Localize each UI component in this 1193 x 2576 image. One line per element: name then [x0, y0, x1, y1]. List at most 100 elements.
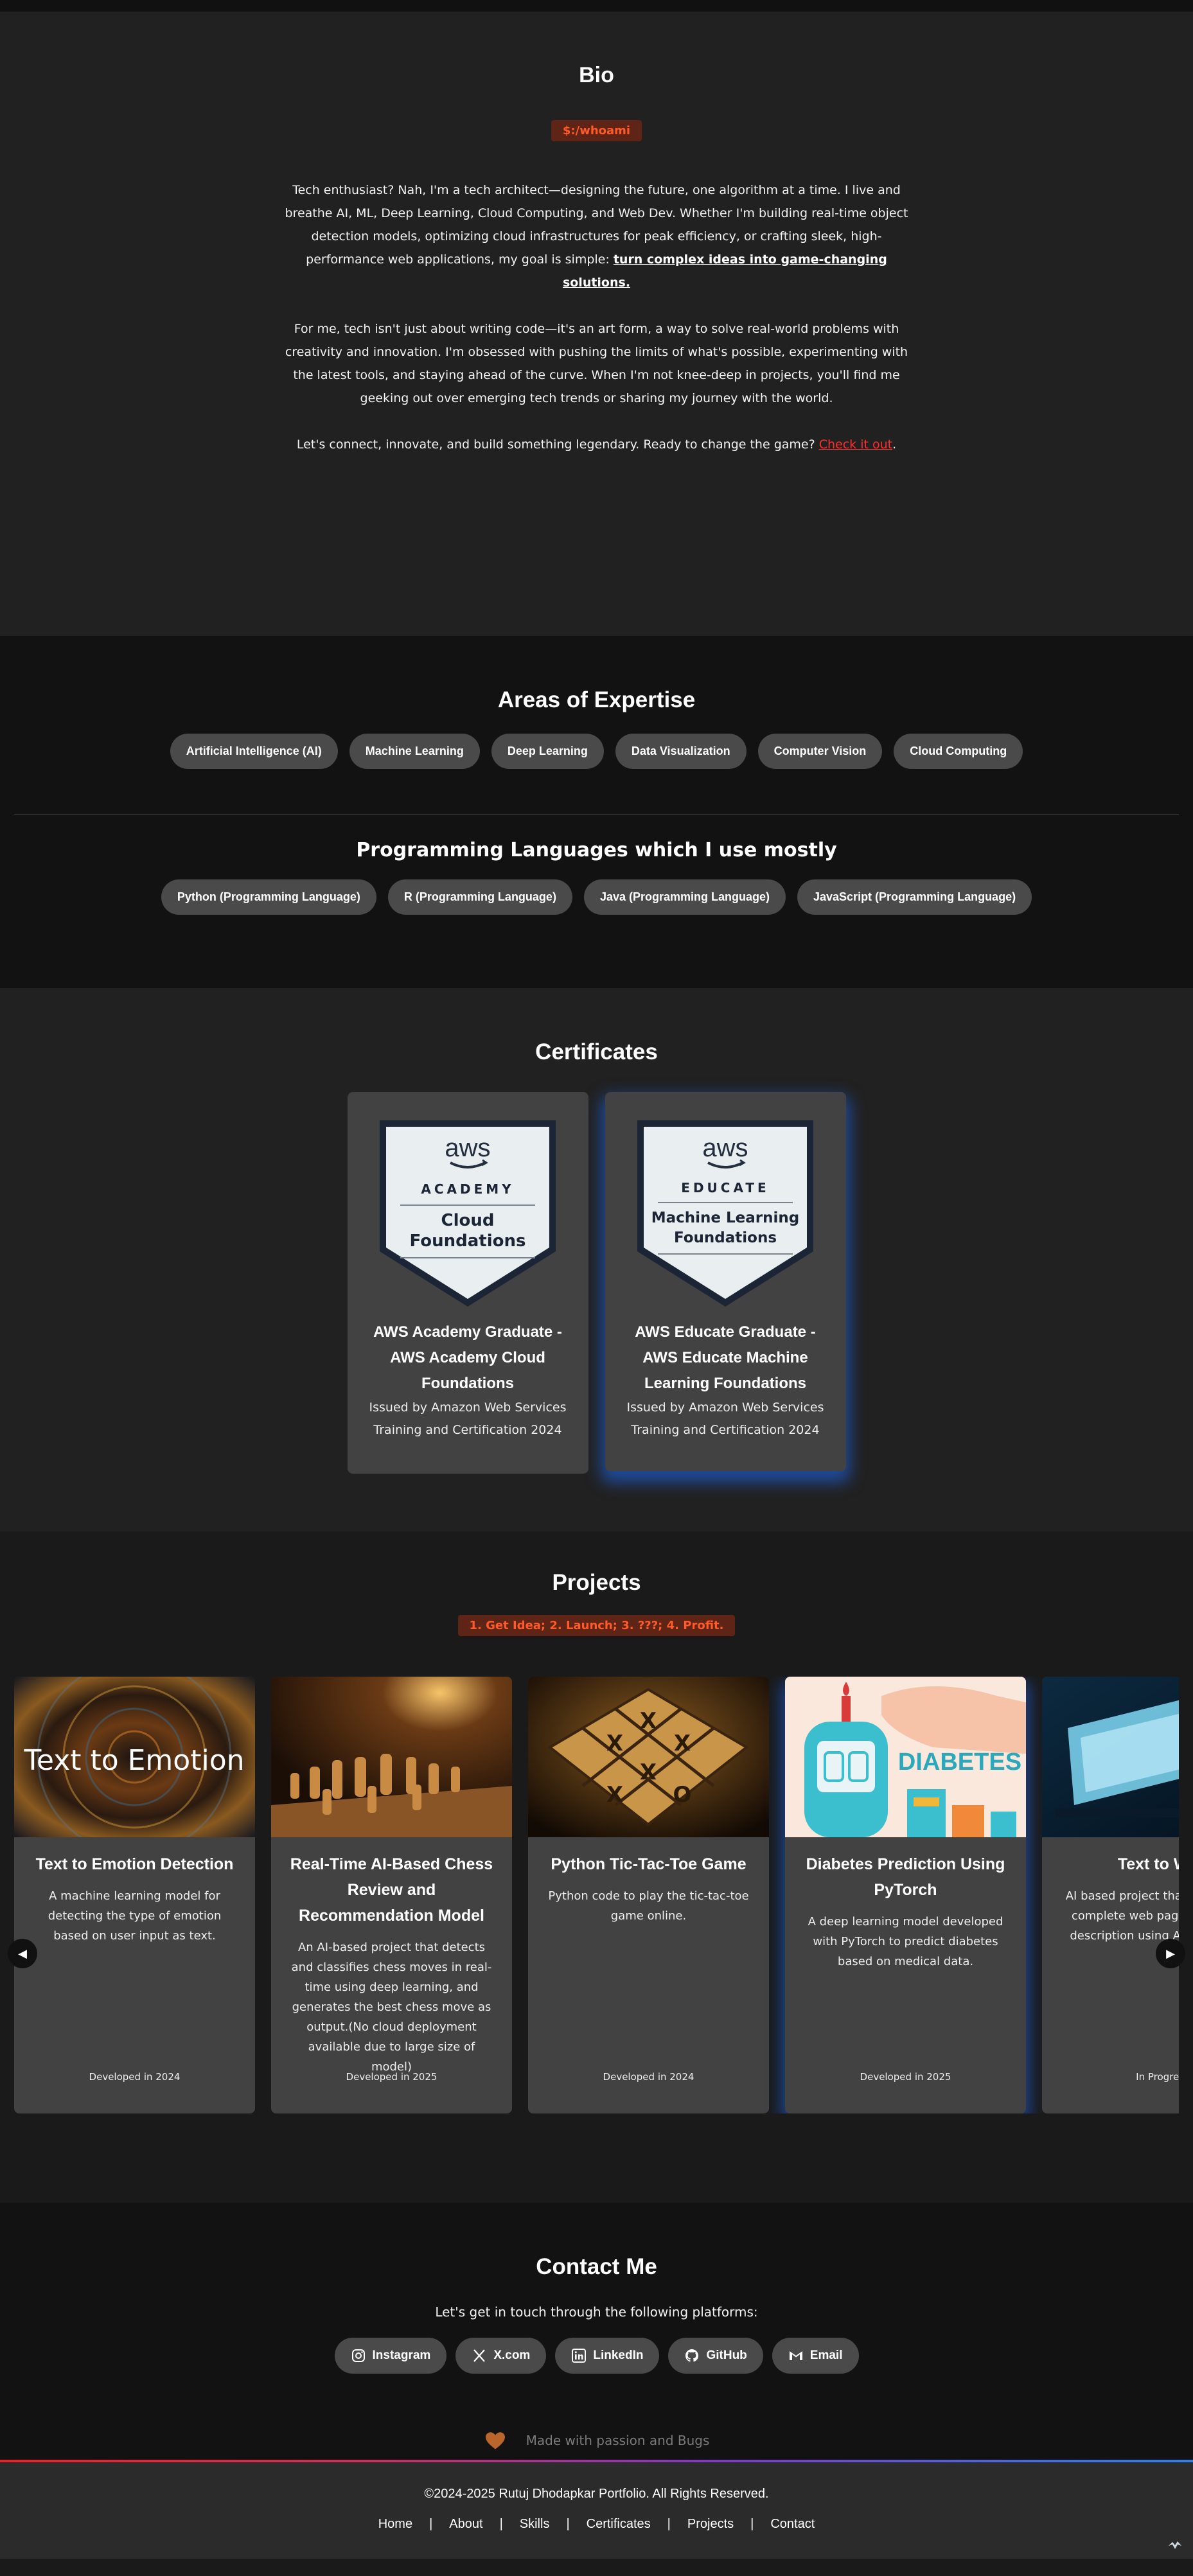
project-card[interactable]: X X X X O X Python Tic-Tac-Toe Game Pyth… [528, 1677, 769, 2113]
github-button[interactable]: GitHub [668, 2338, 763, 2374]
check-it-out-link[interactable]: Check it out [819, 437, 892, 452]
gmail-icon [789, 2351, 802, 2360]
project-description: A deep learning model developed with PyT… [808, 1915, 1003, 1968]
projects-track: Text to Emotion Text to Emotion Detectio… [14, 1677, 1179, 2113]
email-button[interactable]: Email [772, 2338, 859, 2374]
linkedin-button[interactable]: LinkedIn [555, 2338, 660, 2374]
project-description: Python code to play the tic-tac-toe game… [548, 1889, 749, 1923]
text-to-emotion-image: Text to Emotion [14, 1677, 255, 1837]
x-button[interactable]: X.com [455, 2338, 547, 2374]
project-title: Python Tic-Tac-Toe Game [551, 1855, 747, 1873]
instagram-label: Instagram [372, 2349, 431, 2362]
certificate-issuer: Issued by Amazon Web Services Training a… [626, 1400, 824, 1437]
expertise-pill: Computer Vision [757, 734, 883, 769]
expertise-pill: Machine Learning [349, 734, 480, 769]
project-card[interactable]: Text to Emotion Text to Emotion Detectio… [14, 1677, 255, 2113]
projects-section: Projects 1. Get Idea; 2. Launch; 3. ???;… [0, 1531, 1193, 2203]
expertise-pill: Artificial Intelligence (AI) [170, 734, 338, 769]
project-title: Diabetes Prediction Using PyTorch [806, 1855, 1005, 1899]
project-title: Real-Time AI-Based Chess Review and Reco… [290, 1855, 493, 1925]
linkedin-icon [572, 2349, 587, 2363]
project-card[interactable]: Text to Web AI based project that genera… [1042, 1677, 1179, 2113]
expertise-title: Areas of Expertise [497, 687, 696, 712]
email-label: Email [809, 2349, 843, 2362]
svg-text:DIABETES: DIABETES [898, 1749, 1021, 1776]
x-label: X.com [493, 2349, 531, 2362]
language-pill: Java (Programming Language) [583, 879, 786, 915]
svg-text:X: X [640, 1760, 657, 1785]
github-label: GitHub [706, 2349, 747, 2362]
project-title: Text to Emotion Detection [35, 1855, 234, 1873]
footer-link-projects[interactable]: Projects [687, 2517, 734, 2532]
contact-section: Contact Me Let's get in touch through th… [0, 2203, 1193, 2460]
footer-link-skills[interactable]: Skills [520, 2517, 550, 2532]
bio-paragraph-3-text: Let's connect, innovate, and build somet… [296, 437, 819, 452]
section-divider [14, 814, 1179, 815]
project-date: Developed in 2024 [89, 2071, 181, 2083]
svg-text:EDUCATE: EDUCATE [681, 1180, 769, 1195]
bio-section: Bio $:/whoami Tech enthusiast? Nah, I'm … [0, 12, 1193, 636]
aws-academy-badge-icon: aws ACADEMY Cloud Foundations [380, 1120, 556, 1307]
footer-link-contact[interactable]: Contact [770, 2517, 815, 2532]
svg-text:ACADEMY: ACADEMY [421, 1181, 514, 1197]
carousel-prev-button[interactable]: ◀ [8, 1939, 37, 1968]
language-pill: R (Programming Language) [387, 879, 572, 915]
chess-board-image [271, 1677, 512, 1837]
expertise-list: Artificial Intelligence (AI) Machine Lea… [0, 734, 1193, 769]
certificate-title: AWS Educate Graduate - AWS Educate Machi… [635, 1323, 816, 1392]
contact-title: Contact Me [536, 2254, 657, 2279]
top-bar [0, 0, 1193, 12]
text-to-web-image [1042, 1677, 1179, 1837]
footer-separator: | [499, 2517, 503, 2531]
project-description: An AI-based project that detects and cla… [291, 1941, 492, 2074]
footer-nav: Home | About | Skills | Certificates | P… [0, 2517, 1193, 2532]
tic-tac-toe-image: X X X X O X [528, 1677, 769, 1837]
footer-separator: | [667, 2517, 671, 2531]
svg-text:aws: aws [445, 1134, 490, 1162]
projects-title: Projects [552, 1570, 641, 1595]
project-date: In Progress [1136, 2071, 1179, 2083]
bio-paragraph-3: Let's connect, innovate, and build somet… [276, 433, 918, 456]
certificates-section: Certificates aws ACADEMY Cloud Foundatio… [0, 988, 1193, 1531]
aws-educate-badge-icon: aws EDUCATE Machine Learning Foundations [637, 1120, 813, 1307]
project-card[interactable]: Real-Time AI-Based Chess Review and Reco… [271, 1677, 512, 2113]
language-pill: JavaScript (Programming Language) [797, 879, 1032, 915]
expertise-section: Areas of Expertise Artificial Intelligen… [0, 636, 1193, 988]
certificate-issuer: Issued by Amazon Web Services Training a… [369, 1400, 567, 1437]
instagram-button[interactable]: Instagram [334, 2338, 447, 2374]
certificate-card[interactable]: aws ACADEMY Cloud Foundations AWS Academ… [347, 1092, 588, 1474]
carousel-next-button[interactable]: ▶ [1156, 1939, 1185, 1968]
bio-paragraph-2: For me, tech isn't just about writing co… [285, 322, 908, 405]
instagram-icon [351, 2349, 365, 2362]
expertise-pill: Cloud Computing [894, 734, 1023, 769]
footer-copyright: ©2024-2025 Rutuj Dhodapkar Portfolio. Al… [424, 2487, 769, 2501]
footer-separator: | [750, 2517, 754, 2531]
footer-link-certificates[interactable]: Certificates [587, 2517, 651, 2532]
projects-carousel[interactable]: Text to Emotion Text to Emotion Detectio… [14, 1677, 1179, 2113]
bio-paragraph-3-end: . [892, 437, 897, 452]
diabetes-image: DIABETES [785, 1677, 1026, 1837]
svg-text:Machine Learning: Machine Learning [651, 1210, 800, 1226]
footer-separator: | [566, 2517, 570, 2531]
project-title: Text to Web [1117, 1855, 1179, 1873]
expertise-pill: Data Visualization [615, 734, 747, 769]
footer-separator: | [429, 2517, 433, 2531]
certificate-card[interactable]: aws EDUCATE Machine Learning Foundations… [605, 1092, 846, 1471]
svg-text:X: X [606, 1782, 623, 1808]
bio-paragraph-1: Tech enthusiast? Nah, I'm a tech archite… [276, 179, 918, 294]
project-date: Developed in 2025 [346, 2071, 437, 2083]
expertise-pill: Deep Learning [491, 734, 604, 769]
x-icon [473, 2349, 486, 2362]
footer: ©2024-2025 Rutuj Dhodapkar Portfolio. Al… [0, 2462, 1193, 2559]
made-with-note: Made with passion and Bugs [0, 2429, 1193, 2452]
certificates-grid: aws ACADEMY Cloud Foundations AWS Academ… [0, 1092, 1193, 1474]
language-pill: Python (Programming Language) [161, 879, 376, 915]
project-card[interactable]: DIABETES Diabetes Prediction Using PyTor… [785, 1677, 1026, 2113]
footer-link-home[interactable]: Home [378, 2517, 412, 2532]
svg-text:Foundations: Foundations [674, 1230, 777, 1246]
certificate-title: AWS Academy Graduate - AWS Academy Cloud… [373, 1323, 562, 1392]
projects-command-badge: 1. Get Idea; 2. Launch; 3. ???; 4. Profi… [457, 1615, 736, 1636]
footer-link-about[interactable]: About [449, 2517, 482, 2532]
certificates-title: Certificates [535, 1039, 658, 1064]
languages-title: Programming Languages which I use mostly [356, 839, 837, 861]
